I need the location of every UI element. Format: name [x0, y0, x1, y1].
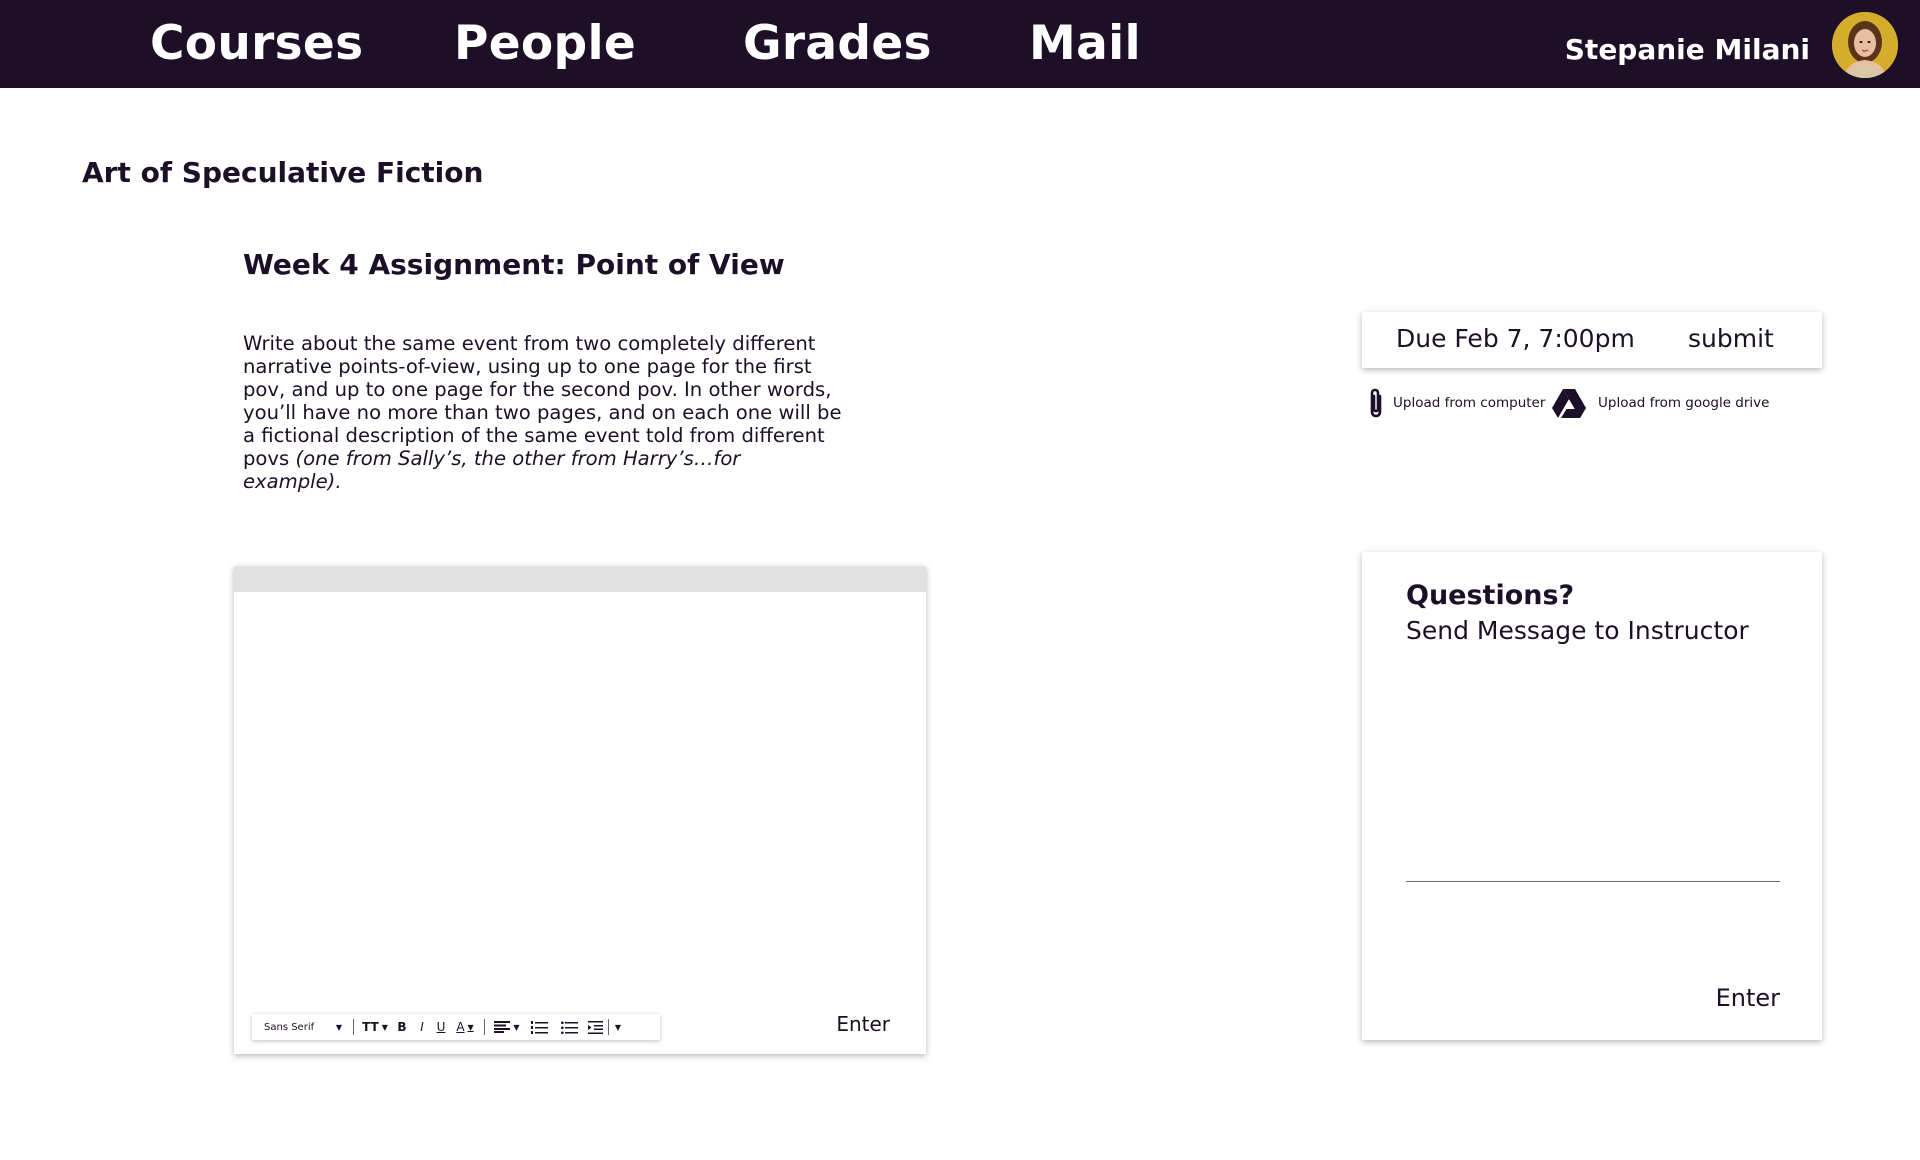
- nav-item-courses[interactable]: Courses: [150, 14, 363, 74]
- align-button[interactable]: ▼: [490, 1014, 524, 1040]
- questions-subtitle: Send Message to Instructor: [1406, 616, 1749, 645]
- align-left-icon: [494, 1021, 511, 1033]
- due-date-card: Due Feb 7, 7:00pm submit: [1362, 312, 1822, 368]
- bold-button[interactable]: B: [391, 1014, 413, 1040]
- nav-item-mail[interactable]: Mail: [1029, 14, 1141, 74]
- text-size-icon: TT: [362, 1020, 379, 1034]
- top-nav-bar: Courses People Grades Mail Stepanie Mila…: [0, 0, 1920, 88]
- italic-button[interactable]: I: [413, 1014, 431, 1040]
- user-name[interactable]: Stepanie Milani: [1565, 28, 1810, 72]
- more-options-button[interactable]: ▼: [611, 1014, 625, 1040]
- toolbar-divider: [608, 1019, 609, 1035]
- submit-button[interactable]: submit: [1688, 324, 1774, 353]
- course-title: Art of Speculative Fiction: [82, 156, 484, 189]
- paperclip-icon: [1366, 387, 1386, 419]
- underline-button[interactable]: U: [431, 1014, 451, 1040]
- editor-toolbar: Sans Serif ▼ TT ▼ B I U A ▼ ▼ ▼: [252, 1014, 660, 1040]
- instructor-message-input[interactable]: [1406, 782, 1780, 882]
- underline-icon: U: [436, 1020, 446, 1034]
- text-color-button[interactable]: A ▼: [451, 1014, 479, 1040]
- assignment-title: Week 4 Assignment: Point of View: [243, 248, 785, 281]
- upload-from-computer-label: Upload from computer: [1393, 395, 1546, 411]
- bulleted-list-button[interactable]: [554, 1014, 584, 1040]
- bulleted-list-icon: [560, 1021, 578, 1034]
- assignment-description-example: (one from Sally’s, the other from Harry’…: [243, 447, 741, 493]
- numbered-list-button[interactable]: [524, 1014, 554, 1040]
- due-date-text: Due Feb 7, 7:00pm: [1396, 324, 1635, 353]
- chevron-down-icon: ▼: [513, 1022, 520, 1032]
- toolbar-divider: [353, 1019, 354, 1035]
- upload-from-computer-button[interactable]: Upload from computer: [1366, 386, 1545, 420]
- questions-title: Questions?: [1406, 580, 1575, 611]
- editor-header-bar: [234, 566, 926, 592]
- italic-icon: I: [420, 1020, 424, 1034]
- numbered-list-icon: [530, 1020, 548, 1034]
- chevron-down-icon: ▼: [614, 1022, 622, 1032]
- response-editor: Sans Serif ▼ TT ▼ B I U A ▼ ▼ ▼ Enter: [234, 566, 926, 1054]
- text-size-button[interactable]: TT ▼: [359, 1014, 391, 1040]
- assignment-description: Write about the same event from two comp…: [243, 332, 843, 493]
- toolbar-divider: [484, 1019, 485, 1035]
- indent-icon: [587, 1020, 603, 1034]
- indent-button[interactable]: [584, 1014, 606, 1040]
- nav-item-people[interactable]: People: [454, 14, 636, 74]
- bold-icon: B: [397, 1020, 407, 1034]
- editor-enter-button[interactable]: Enter: [836, 1012, 890, 1036]
- font-family-select[interactable]: Sans Serif ▼: [252, 1014, 348, 1040]
- message-enter-button[interactable]: Enter: [1716, 984, 1780, 1012]
- chevron-down-icon: ▼: [335, 1022, 342, 1032]
- response-text-area[interactable]: [234, 592, 926, 976]
- avatar[interactable]: [1832, 12, 1898, 78]
- text-color-icon: A: [456, 1020, 465, 1034]
- nav-item-grades[interactable]: Grades: [743, 14, 932, 74]
- google-drive-icon: [1552, 388, 1586, 418]
- chevron-down-icon: ▼: [467, 1022, 474, 1032]
- upload-from-google-drive-button[interactable]: Upload from google drive: [1552, 386, 1769, 420]
- chevron-down-icon: ▼: [381, 1022, 388, 1032]
- avatar-image: [1832, 12, 1898, 78]
- upload-from-google-drive-label: Upload from google drive: [1598, 395, 1770, 411]
- questions-card: Questions? Send Message to Instructor En…: [1362, 552, 1822, 1040]
- font-family-label: Sans Serif: [264, 1021, 315, 1033]
